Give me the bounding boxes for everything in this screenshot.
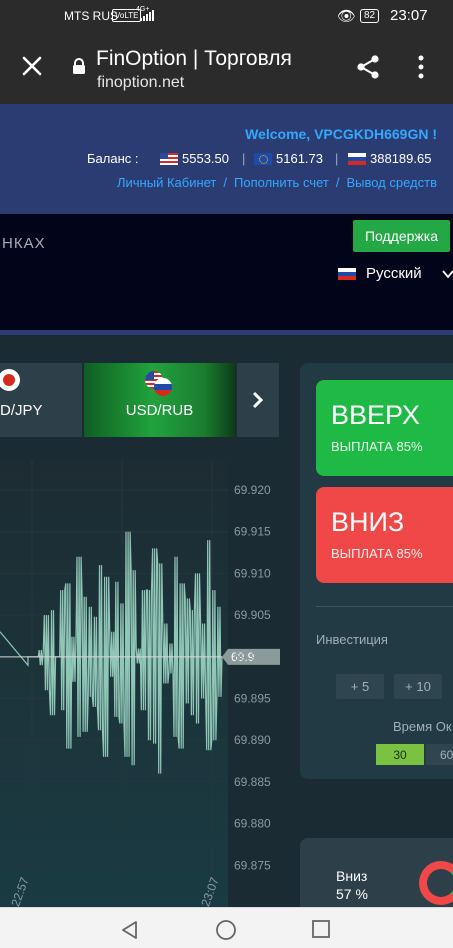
y-tick-label: 69.915 bbox=[234, 525, 271, 539]
balance-value: 5161.73 bbox=[276, 151, 323, 166]
pair-flags-icon bbox=[145, 371, 177, 397]
news-ticker: НКАХ bbox=[2, 235, 46, 252]
separator: | bbox=[335, 151, 339, 166]
expiry-time-label: Время Ок bbox=[393, 719, 452, 734]
balance-row: Баланс : 5553.50 | 5161.73 | 388189.65 bbox=[87, 151, 442, 169]
y-tick-label: 69.905 bbox=[234, 608, 271, 622]
pair-tab-active[interactable]: USD/RUB bbox=[84, 363, 235, 437]
up-label: ВВЕРХ bbox=[331, 400, 420, 430]
down-payout: ВЫПЛАТА 85% bbox=[331, 546, 423, 561]
sentiment-donut-icon bbox=[419, 861, 453, 905]
y-tick-label: 69.920 bbox=[234, 483, 271, 497]
recents-icon[interactable] bbox=[312, 920, 330, 938]
sentiment-direction: Вниз bbox=[336, 868, 368, 884]
pair-label: USD/RUB bbox=[125, 402, 194, 419]
account-header: Welcome, VPCGKDH669GN ! Баланс : 5553.50… bbox=[0, 104, 453, 214]
chevron-down-icon bbox=[441, 269, 453, 278]
lock-icon bbox=[73, 58, 85, 74]
close-icon[interactable] bbox=[20, 54, 44, 78]
more-options-icon[interactable] bbox=[411, 54, 431, 80]
y-tick-label: 69.900 bbox=[234, 650, 271, 664]
back-icon[interactable] bbox=[120, 920, 140, 940]
separator: / bbox=[335, 175, 340, 190]
separator: | bbox=[242, 151, 246, 166]
status-bar: MTS RUS VoLTE 4G+ 👁 82 23:07 bbox=[0, 0, 453, 32]
y-axis: 69.920 69.915 69.910 69.905 69.900 69.895 69.8… bbox=[234, 483, 271, 872]
y-tick-label: 69.880 bbox=[234, 817, 271, 831]
page-title: FinOption | Торговля bbox=[96, 47, 292, 70]
add-5-button[interactable]: + 5 bbox=[336, 674, 384, 699]
balance-value: 5553.50 bbox=[182, 151, 229, 166]
language-label: Русский bbox=[366, 265, 422, 282]
personal-cabinet-link[interactable]: Личный Кабинет bbox=[117, 175, 216, 190]
balance-usd: 5553.50 bbox=[160, 151, 229, 166]
ru-flag-icon bbox=[338, 267, 356, 280]
home-icon[interactable] bbox=[215, 920, 237, 942]
divider bbox=[316, 606, 453, 607]
y-tick-label: 69.885 bbox=[234, 775, 271, 789]
price-chart[interactable]: 69.9 69.92069.91569.91069.90569.90069.89… bbox=[0, 460, 290, 907]
system-navigation-bar bbox=[0, 907, 453, 948]
separator: / bbox=[223, 175, 228, 190]
sentiment-percent: 57 % bbox=[336, 886, 368, 902]
time-option-30[interactable]: 30 bbox=[376, 744, 424, 765]
account-links: Личный Кабинет / Пополнить счет / Вывод сред… bbox=[117, 175, 437, 190]
deposit-link[interactable]: Пополнить счет bbox=[234, 175, 329, 190]
pair-label: D/JPY bbox=[0, 402, 43, 419]
next-pair-button[interactable] bbox=[237, 363, 279, 437]
support-button[interactable]: Поддержка bbox=[353, 220, 450, 252]
browser-toolbar: FinOption | Торговля finoption.net bbox=[0, 32, 453, 104]
withdraw-link[interactable]: Вывод средств bbox=[346, 175, 437, 190]
investment-label: Инвестиция bbox=[316, 632, 388, 647]
balance-eur: 5161.73 bbox=[254, 151, 323, 166]
time-option-60[interactable]: 60 bbox=[426, 744, 453, 765]
sentiment-card: Вниз 57 % bbox=[300, 838, 453, 908]
battery-level: 82 bbox=[360, 9, 380, 23]
carrier-name: MTS RUS bbox=[64, 9, 118, 23]
jp-flag-icon bbox=[0, 369, 20, 391]
language-selector[interactable]: Русский bbox=[338, 265, 453, 282]
call-up-button[interactable]: ВВЕРХ ВЫПЛАТА 85% bbox=[316, 380, 453, 476]
y-tick-label: 69.875 bbox=[234, 858, 271, 872]
us-flag-icon bbox=[160, 152, 178, 165]
up-payout: ВЫПЛАТА 85% bbox=[331, 439, 423, 454]
signal-icon bbox=[140, 10, 154, 21]
balance-value: 388189.65 bbox=[370, 151, 432, 166]
clock: 23:07 bbox=[390, 7, 428, 24]
down-label: ВНИЗ bbox=[331, 507, 405, 537]
y-tick-label: 69.910 bbox=[234, 566, 271, 580]
chevron-right-icon bbox=[252, 391, 264, 409]
balance-rub: 388189.65 bbox=[348, 151, 431, 166]
y-tick-label: 69.890 bbox=[234, 733, 271, 747]
put-down-button[interactable]: ВНИЗ ВЫПЛАТА 85% bbox=[316, 487, 453, 583]
page-url: finoption.net bbox=[97, 74, 185, 91]
balance-label: Баланс : bbox=[87, 151, 139, 166]
eye-icon: 👁 bbox=[337, 8, 357, 25]
ru-flag-icon bbox=[348, 152, 366, 165]
pair-tab-previous[interactable]: D/JPY bbox=[0, 363, 82, 437]
eu-flag-icon bbox=[254, 152, 272, 165]
add-10-button[interactable]: + 10 bbox=[394, 674, 442, 699]
share-icon[interactable] bbox=[355, 54, 381, 80]
welcome-message: Welcome, VPCGKDH669GN ! bbox=[245, 126, 437, 142]
y-tick-label: 69.895 bbox=[234, 692, 271, 706]
